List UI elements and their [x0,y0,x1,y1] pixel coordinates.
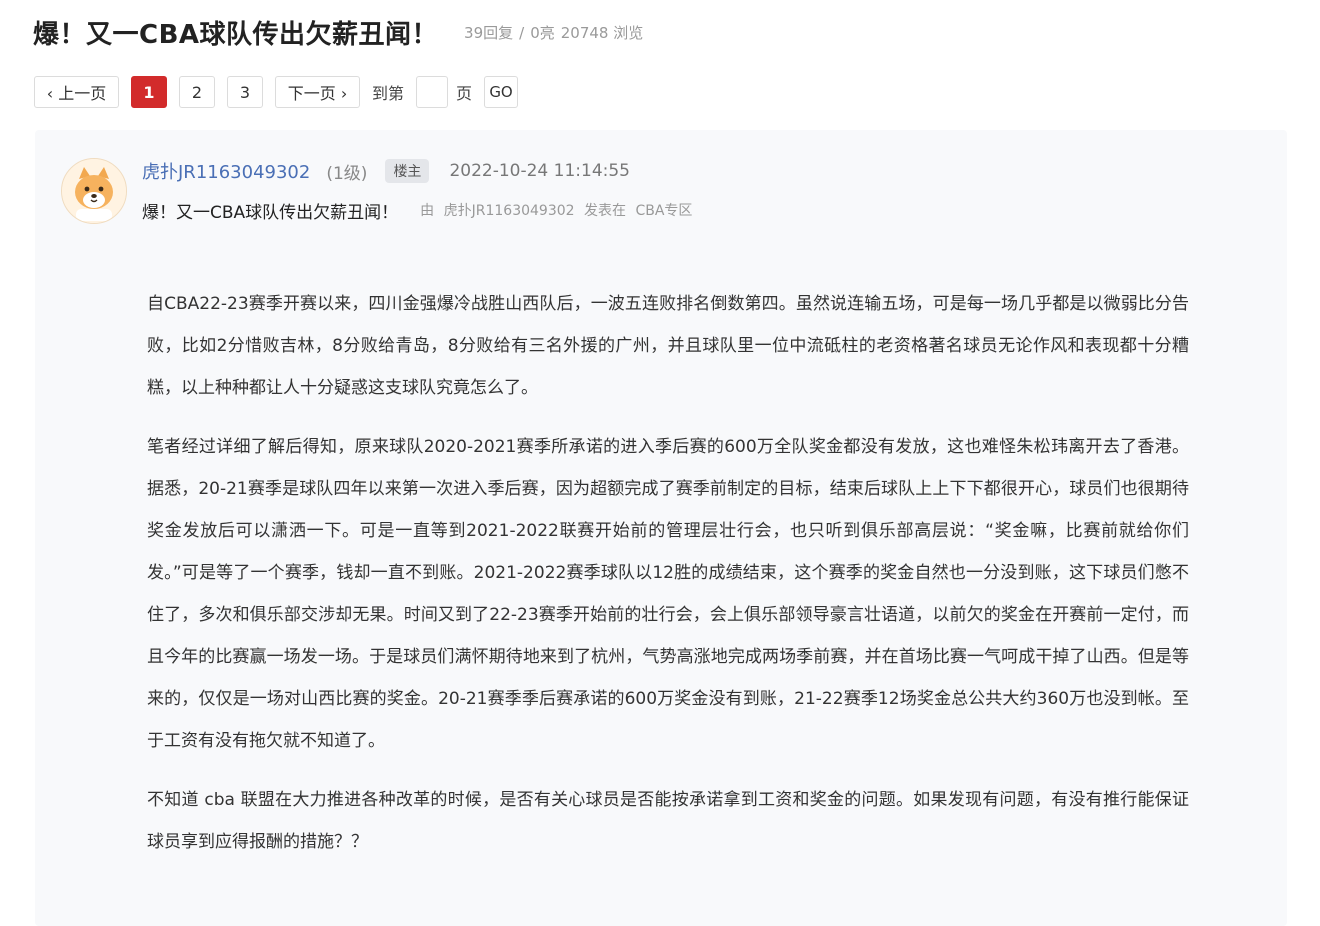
prev-page-button[interactable]: ‹ 上一页 [34,76,119,108]
post-subtitle: 爆！又一CBA球队传出欠薪丑闻！ 由 虎扑JR1163049302 发表在 CB… [142,197,697,223]
content-paragraph: 笔者经过详细了解后得知，原来球队2020-2021赛季所承诺的进入季后赛的600… [147,437,1189,751]
post-card: 虎扑JR1163049302 (1级) 楼主 2022-10-24 11:14:… [35,130,1287,926]
goto-page-label: 到第 [372,84,405,103]
content-paragraph: 自CBA22-23赛季开赛以来，四川金强爆冷战胜山西队后，一波五连败排名倒数第四… [147,294,1189,398]
page-title: 爆！又一CBA球队传出欠薪丑闻！ [33,19,439,50]
post-meta: 虎扑JR1163049302 (1级) 楼主 2022-10-24 11:14:… [142,158,630,184]
origin-by-label: 由 [420,203,435,219]
page-2-button[interactable]: 2 [179,76,215,108]
reply-count: 39回复 [464,23,514,42]
author-username[interactable]: 虎扑JR1163049302 [142,158,310,184]
next-page-button[interactable]: 下一页 › [275,76,360,108]
op-badge: 楼主 [385,159,430,183]
like-count: 0亮 [530,23,555,42]
stats-separator: / [519,23,525,42]
page-number-input[interactable] [416,76,449,108]
cartoon-dog-avatar-icon[interactable] [61,158,127,224]
page-unit-label: 页 [456,84,473,103]
content-paragraph: 不知道 cba 联盟在大力推进各种改革的时候，是否有关心球员是否能按承诺拿到工资… [147,790,1189,852]
post-title: 爆！又一CBA球队传出欠薪丑闻！ [142,202,399,223]
post-content: 自CBA22-23赛季开赛以来，四川金强爆冷战胜山西队后，一波五连败排名倒数第四… [147,283,1189,880]
view-count: 20748 浏览 [560,23,644,42]
thread-header: 爆！又一CBA球队传出欠薪丑闻！ 39回复 / 0亮 20748 浏览 [33,12,643,52]
origin-username[interactable]: 虎扑JR1163049302 [444,203,575,219]
post-timestamp: 2022-10-24 11:14:55 [449,161,630,181]
origin-posted-label: 发表在 [584,203,627,219]
page-3-button[interactable]: 3 [227,76,263,108]
page-1-button[interactable]: 1 [131,76,167,108]
forum-link[interactable]: CBA专区 [635,203,692,219]
author-level: (1级) [326,163,368,184]
thread-stats: 39回复 / 0亮 20748 浏览 [464,22,643,43]
go-button[interactable]: GO [484,76,519,108]
post-origin: 由 虎扑JR1163049302 发表在 CBA专区 [420,200,697,220]
pagination: ‹ 上一页 1 2 3 下一页 › 到第 页 GO [34,74,519,110]
